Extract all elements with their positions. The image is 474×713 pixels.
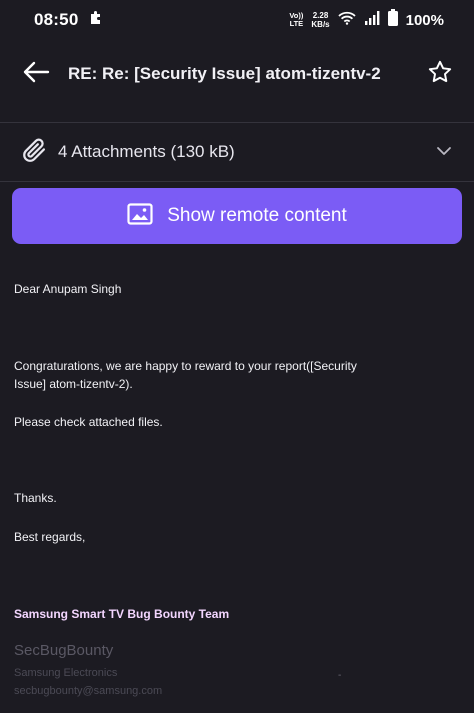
signature-logo: SecBugBounty (14, 642, 114, 659)
star-outline-icon (427, 59, 453, 90)
attachments-divider (0, 181, 474, 182)
network-speed-unit: KB/s (311, 20, 330, 29)
message-greeting: Dear Anupam Singh (14, 282, 122, 296)
image-icon (127, 202, 153, 230)
message-subject: RE: Re: [Security Issue] atom-tizentv-2 (68, 64, 381, 83)
puzzle-icon (88, 10, 104, 31)
message-thanks: Thanks. (14, 491, 57, 505)
message-paragraph-1: Congraturations, we are happy to reward … (14, 359, 357, 391)
network-speed-value: 2.28 (312, 11, 329, 20)
signal-icon (364, 10, 380, 30)
show-remote-content-label: Show remote content (167, 205, 347, 226)
back-button[interactable] (20, 58, 52, 90)
paperclip-icon (20, 136, 48, 169)
signature-dash: - (338, 670, 342, 681)
attachments-label: 4 Attachments (130 kB) (58, 142, 235, 161)
status-time: 08:50 (34, 10, 79, 29)
message-header: RE: Re: [Security Issue] atom-tizentv-2 (0, 44, 474, 104)
lte-label: LTE (289, 19, 304, 28)
signature-email[interactable]: secbugbounty@samsung.com (14, 685, 162, 697)
show-remote-content-button[interactable]: Show remote content (12, 188, 462, 244)
chevron-down-icon[interactable] (436, 143, 452, 161)
signature-company: Samsung Electronics (14, 667, 118, 679)
status-left: 08:50 (34, 10, 104, 31)
signature-team: Samsung Smart TV Bug Bounty Team (14, 607, 230, 621)
star-button[interactable] (424, 58, 456, 90)
back-arrow-icon (22, 61, 50, 88)
wifi-icon (337, 11, 356, 30)
message-regards: Best regards, (14, 530, 86, 544)
status-right: Vo)) LTE 2.28 KB/s 100% (289, 9, 444, 31)
battery-icon (387, 9, 398, 31)
volte-indicator: Vo)) LTE (289, 12, 303, 28)
network-speed: 2.28 KB/s (311, 11, 329, 29)
battery-percent: 100% (405, 11, 444, 29)
message-paragraph-2: Please check attached files. (14, 415, 163, 429)
attachments-row[interactable]: 4 Attachments (130 kB) (0, 123, 474, 181)
status-bar: 08:50 Vo)) LTE 2.28 KB/s 100% (0, 0, 474, 40)
